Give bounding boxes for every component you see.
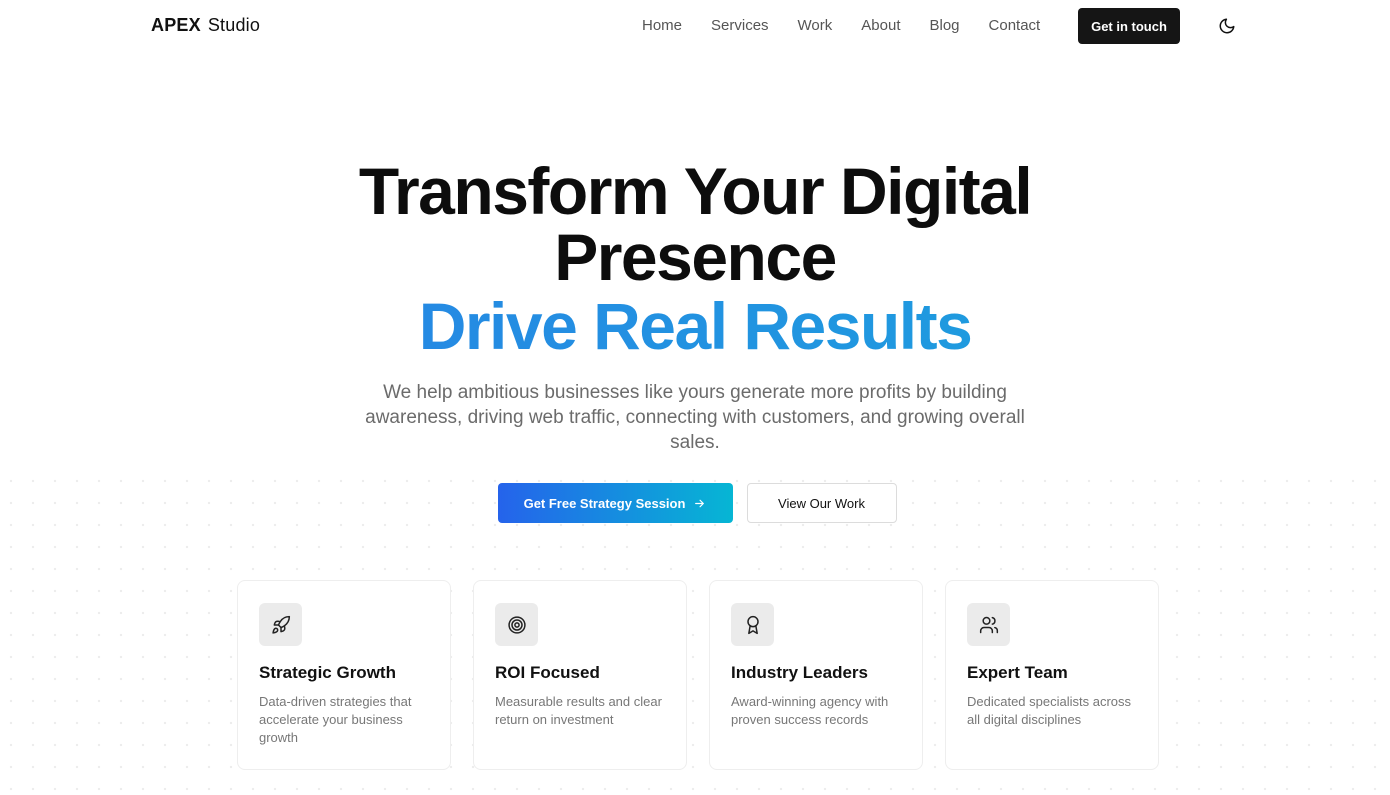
arrow-right-icon — [695, 499, 705, 507]
feature-cards: Strategic Growth Data-driven strategies … — [237, 580, 1159, 770]
brand-light: Studio — [207, 15, 261, 35]
hero-gradient-title: Drive Real Results — [0, 290, 1390, 362]
nav-item-work[interactable]: Work — [798, 17, 833, 34]
nav-item-home[interactable]: Home — [642, 17, 682, 34]
feature-card-industry-leaders: Industry Leaders Award-winning agency wi… — [709, 580, 923, 770]
feature-text: Dedicated specialists across all digital… — [967, 694, 1132, 727]
hero-title-line1: Transform Your Digital — [358, 154, 1033, 228]
hero-buttons: Get Free Strategy Session View Our Work — [0, 483, 1390, 523]
feature-card-expert-team: Expert Team Dedicated specialists across… — [945, 580, 1159, 770]
hero-subtitle: We help ambitious businesses like yours … — [365, 382, 1025, 453]
brand-logo[interactable]: APEX Studio — [151, 15, 260, 36]
nav-item-blog[interactable]: Blog — [929, 17, 959, 34]
strategy-session-label: Get Free Strategy Session — [523, 495, 686, 511]
hero-title-line2: Presence — [554, 220, 837, 294]
nav-item-contact[interactable]: Contact — [989, 17, 1041, 34]
rocket-icon — [259, 603, 302, 646]
feature-title: Strategic Growth — [259, 663, 396, 682]
strategy-session-button[interactable]: Get Free Strategy Session — [497, 483, 733, 523]
feature-text: Award-winning agency with proven success… — [731, 694, 889, 727]
target-icon — [495, 603, 538, 646]
view-our-work-button[interactable]: View Our Work — [746, 483, 897, 523]
feature-card-strategic-growth: Strategic Growth Data-driven strategies … — [237, 580, 451, 770]
users-icon — [967, 603, 1010, 646]
feature-card-roi-focused: ROI Focused Measurable results and clear… — [473, 580, 687, 770]
moon-icon[interactable] — [1218, 17, 1236, 35]
feature-title: Expert Team — [967, 663, 1068, 682]
feature-title: Industry Leaders — [731, 663, 868, 682]
feature-text: Data-driven strategies that accelerate y… — [259, 694, 412, 745]
nav-item-about[interactable]: About — [861, 17, 900, 34]
nav-item-services[interactable]: Services — [711, 17, 769, 34]
feature-text: Measurable results and clear return on i… — [495, 694, 662, 727]
award-icon — [731, 603, 774, 646]
hero-section: Transform Your Digital Presence Drive Re… — [0, 158, 1390, 455]
get-in-touch-button[interactable]: Get in touch — [1078, 8, 1180, 44]
feature-title: ROI Focused — [495, 663, 600, 682]
site-header: APEX Studio Home Services Work About Blog… — [0, 0, 1390, 52]
main-nav: Home Services Work About Blog Contact — [642, 17, 1069, 34]
brand-bold: APEX — [151, 15, 201, 35]
